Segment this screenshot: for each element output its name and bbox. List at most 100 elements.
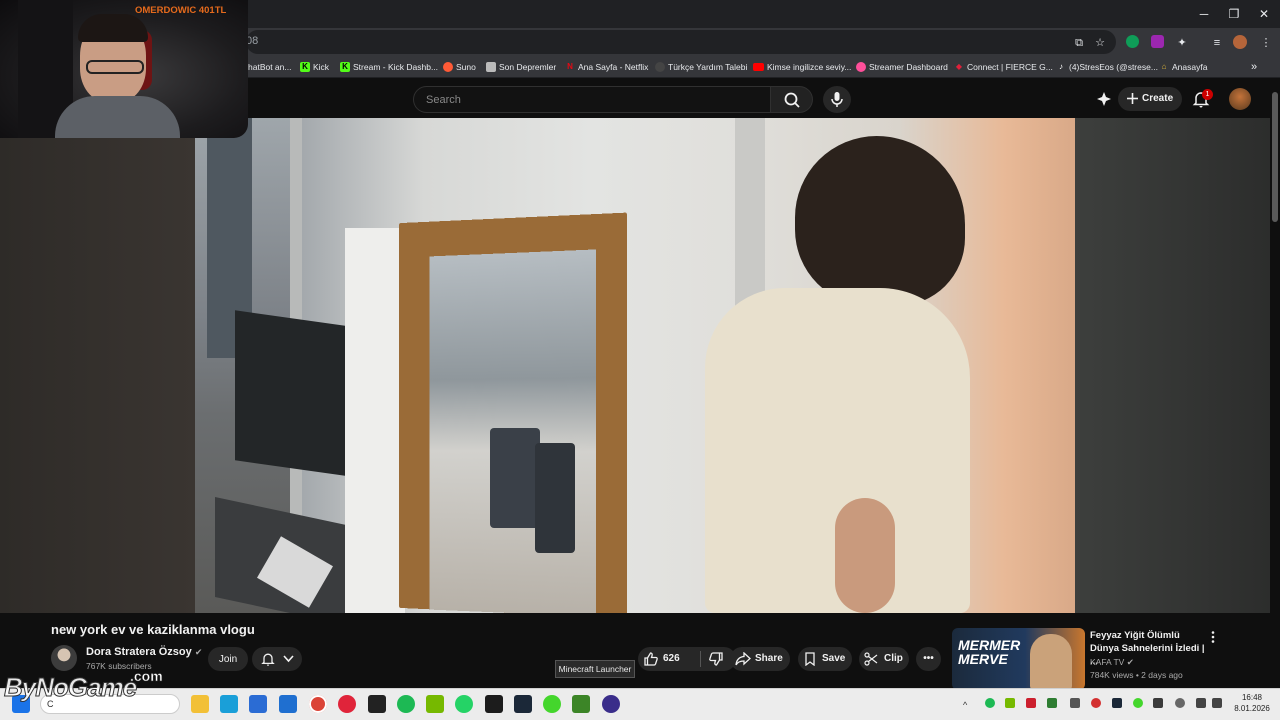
account-avatar[interactable]: [1229, 88, 1251, 110]
bookmark-item[interactable]: ⌂ Anasayfa: [1159, 59, 1208, 75]
scissors-icon: [864, 652, 878, 666]
streamer-hair: [78, 14, 148, 42]
save-button[interactable]: Save: [798, 647, 852, 671]
extension-1-icon[interactable]: [1126, 35, 1139, 48]
channel-name[interactable]: Dora Stratera Özsoy ✔: [86, 646, 202, 658]
thumbnail-person: [1030, 634, 1072, 690]
ai-sparkle-icon[interactable]: [1096, 91, 1112, 107]
tray-nvidia-icon[interactable]: [1005, 698, 1015, 708]
whatsapp-icon[interactable]: [455, 695, 473, 713]
chrome-icon[interactable]: [309, 695, 327, 713]
bookmarks-more-chevron[interactable]: »: [1251, 59, 1257, 75]
bookmark-item[interactable]: K Kick: [300, 59, 329, 75]
person-arm: [835, 498, 895, 613]
razer-icon[interactable]: [543, 695, 561, 713]
share-button[interactable]: Share: [730, 647, 790, 671]
bookmark-item[interactable]: ♪ (4)StresEos (@strese...: [1056, 59, 1158, 75]
nvidia-icon[interactable]: [426, 695, 444, 713]
subscription-bell-button[interactable]: [252, 647, 302, 671]
bynogame-watermark: ByNoGame .com: [2, 668, 170, 718]
video-player[interactable]: [0, 118, 1270, 613]
recommendation-meta: 784K views • 2 days ago: [1090, 670, 1183, 680]
notification-count-badge: 1: [1202, 89, 1213, 100]
outlook-icon[interactable]: [279, 695, 297, 713]
bookmark-item[interactable]: ◆ Connect | FIERCE G...: [954, 59, 1053, 75]
streamer-webcam-overlay: OMERDOWIC 401TL: [0, 0, 248, 138]
tray-spotify-icon[interactable]: [985, 698, 995, 708]
page-icon: [486, 62, 496, 72]
voice-search-button[interactable]: [823, 86, 851, 113]
bookmark-item[interactable]: Türkçe Yardım Talebi: [655, 59, 747, 75]
bookmark-star-icon[interactable]: ☆: [1092, 35, 1108, 51]
streamer-shirt: [55, 96, 180, 138]
bookmark-item[interactable]: hatBot an...: [248, 59, 291, 75]
microsoft-store-icon[interactable]: [249, 695, 267, 713]
opera-icon[interactable]: [338, 695, 356, 713]
more-horizontal-icon: •••: [923, 653, 934, 664]
create-button[interactable]: Create: [1118, 87, 1182, 111]
tray-app-icon[interactable]: [1047, 698, 1057, 708]
video-frame[interactable]: [195, 118, 1075, 613]
fierce-icon: ◆: [955, 62, 963, 71]
thumbs-down-icon: [709, 652, 723, 666]
tiktok-icon: ♪: [1059, 62, 1063, 71]
cast-icon[interactable]: ⧉: [1071, 35, 1087, 51]
ambient-mode-left: [0, 118, 195, 613]
address-bar[interactable]: 08: [246, 30, 1116, 54]
thumbs-up-icon: [644, 652, 658, 666]
chevron-down-icon: [283, 655, 294, 663]
microphone-icon[interactable]: [1175, 698, 1185, 708]
webcam-donation-label: OMERDOWIC 401TL: [135, 5, 227, 16]
tray-app-icon[interactable]: [1070, 698, 1080, 708]
recommendation-thumbnail[interactable]: MERMER MERVE: [952, 628, 1085, 690]
kick-icon: K: [300, 62, 310, 72]
bookmark-item[interactable]: Son Depremler: [486, 59, 556, 75]
verified-check-icon: ✔: [194, 647, 203, 657]
extensions-puzzle-icon[interactable]: ✦: [1174, 35, 1190, 51]
network-icon[interactable]: [1196, 698, 1206, 708]
bookmark-item[interactable]: Streamer Dashboard: [856, 59, 948, 75]
app-icon[interactable]: [602, 695, 620, 713]
verified-check-icon: ✔: [1126, 657, 1134, 667]
bar-stool: [535, 443, 575, 553]
tray-app-icon[interactable]: [1153, 698, 1163, 708]
tray-steam-icon[interactable]: [1112, 698, 1122, 708]
more-vertical-icon[interactable]: [1209, 630, 1217, 644]
profile-avatar[interactable]: [1233, 35, 1247, 49]
volume-icon[interactable]: [1212, 698, 1222, 708]
menu-kebab-icon[interactable]: ⋮: [1258, 35, 1274, 51]
clip-button[interactable]: Clip: [859, 647, 909, 671]
join-button[interactable]: Join: [208, 647, 248, 671]
edge-icon[interactable]: [220, 695, 238, 713]
obs-icon[interactable]: [368, 695, 386, 713]
recommendation-channel[interactable]: KAFA TV ✔: [1090, 657, 1134, 668]
bookmark-item[interactable]: Suno: [443, 59, 476, 75]
more-actions-button[interactable]: •••: [916, 647, 941, 671]
file-explorer-icon[interactable]: [191, 695, 209, 713]
tray-razer-icon[interactable]: [1133, 698, 1143, 708]
like-dislike-group: 626: [638, 647, 736, 671]
monitor: [235, 310, 345, 476]
tray-app-icon[interactable]: [1026, 698, 1036, 708]
minimize-icon[interactable]: ─: [1190, 4, 1218, 24]
reading-list-icon[interactable]: ≡: [1209, 35, 1225, 51]
thumbnail-text: MERMER MERVE: [958, 637, 1021, 667]
kick-studio-icon[interactable]: [485, 695, 503, 713]
restore-icon[interactable]: ❐: [1220, 4, 1248, 24]
bookmark-item[interactable]: N Ana Sayfa - Netflix: [565, 59, 648, 75]
spotify-icon[interactable]: [397, 695, 415, 713]
search-icon: [784, 92, 800, 108]
like-button[interactable]: 626: [638, 647, 700, 671]
close-icon[interactable]: ✕: [1250, 4, 1278, 24]
taskbar-clock[interactable]: 16:48 8.01.2026: [1226, 692, 1278, 714]
bookmark-item[interactable]: Kimse ingilizce seviy...: [753, 59, 851, 75]
tray-record-icon[interactable]: [1091, 698, 1101, 708]
bookmark-item[interactable]: K Stream - Kick Dashb...: [340, 59, 438, 75]
extension-2-icon[interactable]: [1151, 35, 1164, 48]
steam-icon[interactable]: [514, 695, 532, 713]
search-button[interactable]: [771, 86, 813, 113]
tray-chevron-up-icon[interactable]: ^: [963, 700, 973, 710]
scrollbar-thumb[interactable]: [1272, 92, 1278, 222]
search-input[interactable]: Search: [413, 86, 771, 113]
minecraft-launcher-icon[interactable]: [572, 695, 590, 713]
